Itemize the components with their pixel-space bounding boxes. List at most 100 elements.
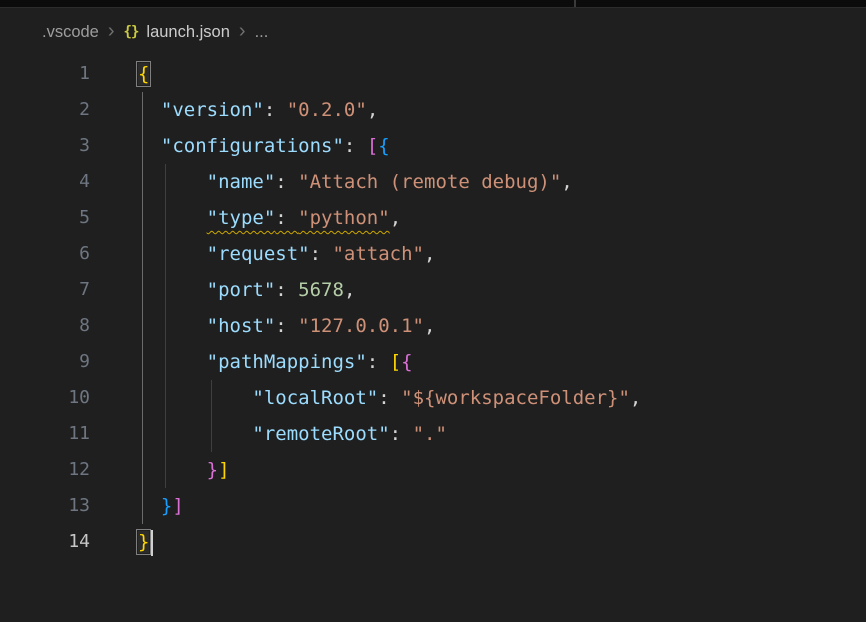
line-number[interactable]: 7 [0, 272, 90, 308]
code-text[interactable]: "configurations": [{ [90, 128, 390, 164]
token-ws [138, 207, 207, 229]
code-text[interactable]: "host": "127.0.0.1", [90, 308, 435, 344]
chevron-right-icon: › [108, 21, 115, 41]
token-num: 5678 [298, 279, 344, 301]
text-cursor [151, 530, 153, 556]
token-str: "0.2.0" [287, 99, 367, 121]
line-number[interactable]: 9 [0, 344, 90, 380]
token-key: "name" [207, 171, 276, 193]
line-number[interactable]: 11 [0, 416, 90, 452]
token-str: "." [413, 423, 447, 445]
token-pun: , [344, 279, 355, 301]
token-pun: , [630, 387, 641, 409]
token-b2: ] [172, 495, 183, 517]
code-line[interactable]: 11 "remoteRoot": "." [0, 416, 866, 452]
token-pun: : [275, 315, 298, 337]
token-b1: ] [218, 459, 229, 481]
token-ws [138, 459, 207, 481]
code-text[interactable]: "port": 5678, [90, 272, 355, 308]
token-ws [138, 243, 207, 265]
token-str: "attach" [332, 243, 424, 265]
token-key: "request" [207, 243, 310, 265]
line-number[interactable]: 12 [0, 452, 90, 488]
token-key: "type" [207, 207, 276, 229]
code-line[interactable]: 8 "host": "127.0.0.1", [0, 308, 866, 344]
token-key: "remoteRoot" [252, 423, 389, 445]
token-key: "version" [161, 99, 264, 121]
token-pun: , [561, 171, 572, 193]
token-ws [138, 423, 252, 445]
token-key: "pathMappings" [207, 351, 367, 373]
token-ws [138, 171, 207, 193]
line-number[interactable]: 8 [0, 308, 90, 344]
code-text[interactable]: "request": "attach", [90, 236, 435, 272]
breadcrumb-file[interactable]: launch.json [146, 23, 229, 42]
token-pun: , [390, 207, 401, 229]
token-b2: [ [367, 135, 378, 157]
code-text[interactable]: "version": "0.2.0", [90, 92, 378, 128]
token-b1: [ [390, 351, 401, 373]
code-line[interactable]: 2 "version": "0.2.0", [0, 92, 866, 128]
code-text[interactable]: "remoteRoot": "." [90, 416, 447, 452]
token-ws [138, 279, 207, 301]
code-line[interactable]: 10 "localRoot": "${workspaceFolder}", [0, 380, 866, 416]
code-text[interactable]: }] [90, 488, 184, 524]
token-ws [138, 135, 161, 157]
json-file-icon: {} [124, 24, 139, 40]
token-ws [138, 495, 161, 517]
line-number[interactable]: 10 [0, 380, 90, 416]
tab-divider [574, 0, 576, 7]
token-str: "python" [298, 207, 390, 229]
token-ws [138, 99, 161, 121]
code-line[interactable]: 6 "request": "attach", [0, 236, 866, 272]
token-b3: } [161, 495, 172, 517]
code-text[interactable]: { [90, 56, 149, 92]
token-pun: , [367, 99, 378, 121]
code-editor[interactable]: 1{2 "version": "0.2.0",3 "configurations… [0, 56, 866, 560]
code-line[interactable]: 7 "port": 5678, [0, 272, 866, 308]
token-pun: : [275, 171, 298, 193]
token-b2: { [401, 351, 412, 373]
code-line[interactable]: 4 "name": "Attach (remote debug)", [0, 164, 866, 200]
code-text[interactable]: "type": "python", [90, 200, 401, 236]
token-str: "127.0.0.1" [298, 315, 424, 337]
token-b1-bracket-match: { [138, 63, 149, 85]
code-line[interactable]: 3 "configurations": [{ [0, 128, 866, 164]
token-pun: : [367, 351, 390, 373]
code-text[interactable]: } [90, 524, 153, 560]
token-ws [138, 387, 252, 409]
line-number[interactable]: 2 [0, 92, 90, 128]
line-number[interactable]: 4 [0, 164, 90, 200]
token-ws [138, 351, 207, 373]
code-text[interactable]: "pathMappings": [{ [90, 344, 413, 380]
code-line[interactable]: 13 }] [0, 488, 866, 524]
line-number[interactable]: 5 [0, 200, 90, 236]
token-str: "Attach (remote debug)" [298, 171, 561, 193]
token-key: "localRoot" [252, 387, 378, 409]
code-text[interactable]: "name": "Attach (remote debug)", [90, 164, 573, 200]
line-number[interactable]: 14 [0, 524, 90, 560]
token-pun: : [275, 207, 298, 229]
token-pun: : [275, 279, 298, 301]
token-key: "host" [207, 315, 276, 337]
token-b2: } [207, 459, 218, 481]
token-pun: : [344, 135, 367, 157]
line-number[interactable]: 3 [0, 128, 90, 164]
code-line[interactable]: 14} [0, 524, 866, 560]
token-pun: : [264, 99, 287, 121]
code-line[interactable]: 1{ [0, 56, 866, 92]
line-number[interactable]: 13 [0, 488, 90, 524]
token-pun: , [424, 243, 435, 265]
code-line[interactable]: 9 "pathMappings": [{ [0, 344, 866, 380]
code-text[interactable]: }] [90, 452, 230, 488]
line-number[interactable]: 6 [0, 236, 90, 272]
token-pun: : [310, 243, 333, 265]
breadcrumb: .vscode › {} launch.json › ... [0, 8, 866, 56]
code-line[interactable]: 5 "type": "python", [0, 200, 866, 236]
line-number[interactable]: 1 [0, 56, 90, 92]
code-line[interactable]: 12 }] [0, 452, 866, 488]
breadcrumb-symbol-path[interactable]: ... [255, 23, 269, 42]
code-text[interactable]: "localRoot": "${workspaceFolder}", [90, 380, 641, 416]
token-key: "configurations" [161, 135, 344, 157]
breadcrumb-folder[interactable]: .vscode [42, 23, 99, 42]
